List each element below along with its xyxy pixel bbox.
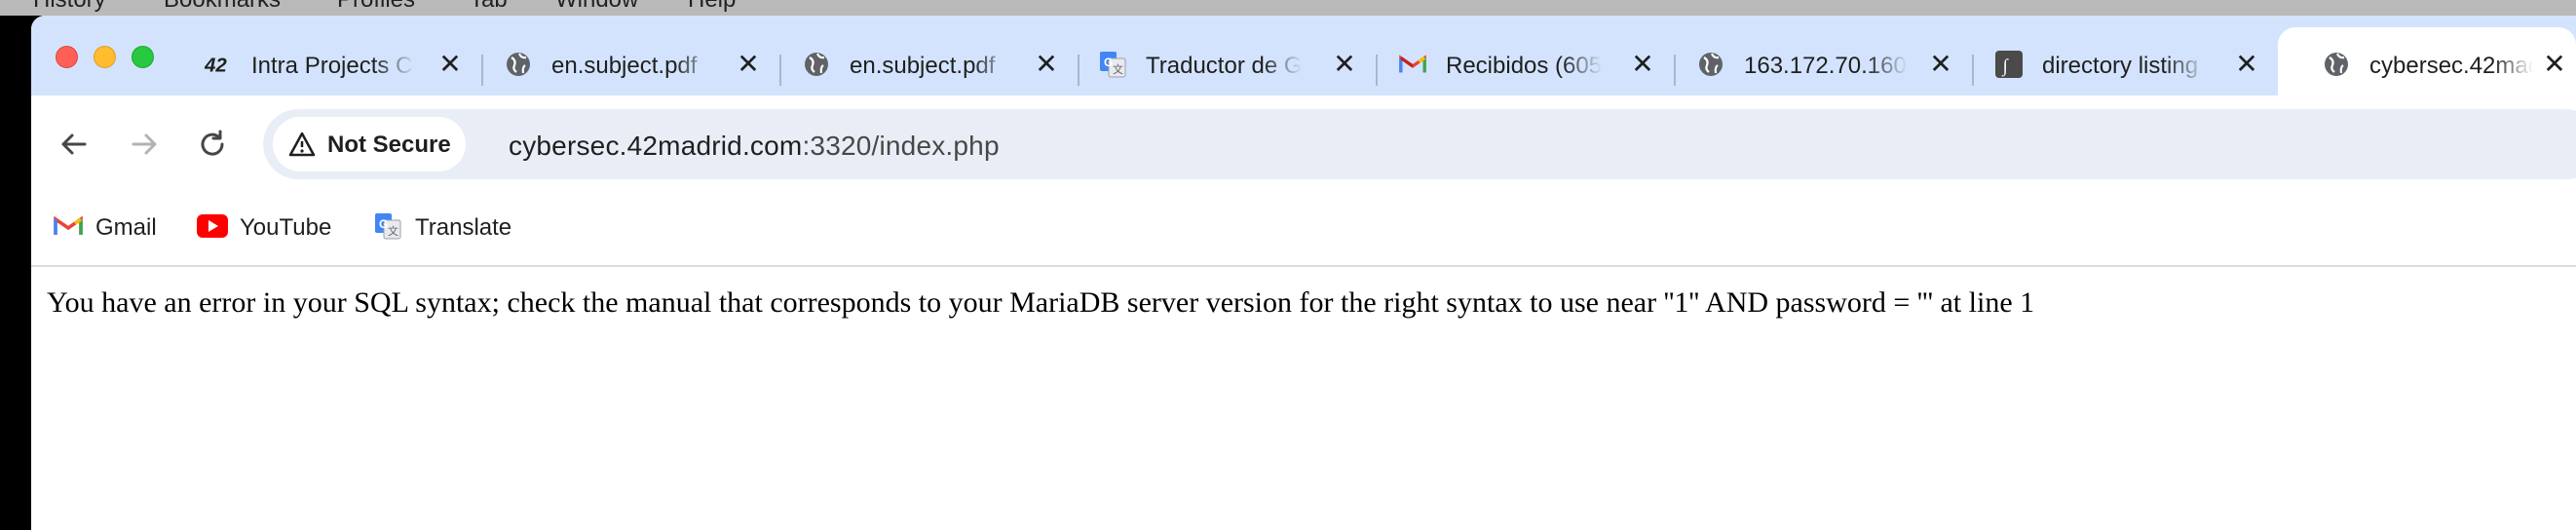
arrow-left-icon (61, 133, 87, 155)
tab-ip-address[interactable]: 163.172.70.160 ✕ (1697, 31, 1986, 95)
close-icon[interactable]: ✕ (733, 49, 764, 80)
globe-icon (1697, 51, 1724, 78)
svg-text:文: 文 (388, 224, 398, 238)
bookmark-label: Gmail (95, 214, 157, 241)
close-icon[interactable]: ✕ (1627, 49, 1658, 80)
tab-title: en.subject.pdf (850, 53, 996, 79)
svg-text:G: G (379, 217, 388, 231)
browser-window: 42 Intra Projects C ✕ en.subject.pdf ✕ e… (31, 16, 2576, 530)
warning-icon (288, 132, 316, 162)
tab-en-subject-pdf-1[interactable]: en.subject.pdf ✕ (505, 31, 793, 95)
bookmark-label: YouTube (240, 214, 332, 241)
window-close-button[interactable] (56, 46, 78, 68)
menu-bookmarks[interactable]: Bookmarks (164, 0, 281, 14)
google-translate-icon: G文 (1099, 51, 1126, 78)
reload-button[interactable] (193, 125, 232, 164)
tab-divider (1376, 55, 1378, 86)
gmail-icon (53, 210, 84, 242)
browser-toolbar: Not Secure cybersec.42madrid.com:3320/in… (31, 95, 2576, 191)
tab-title: en.subject.pdf (551, 53, 698, 79)
svg-text:G: G (1104, 56, 1113, 69)
menu-window[interactable]: Window (555, 0, 638, 14)
globe-icon (803, 51, 830, 78)
youtube-icon (197, 210, 228, 242)
menu-profiles[interactable]: Profiles (337, 0, 415, 14)
menu-history[interactable]: History (33, 0, 106, 14)
site-info-chip[interactable]: Not Secure (273, 117, 466, 171)
tab-title: Intra Projects C (251, 53, 413, 79)
url-text[interactable]: cybersec.42madrid.com:3320/index.php (509, 131, 1000, 162)
close-icon[interactable]: ✕ (2539, 49, 2570, 80)
gmail-icon (1399, 51, 1426, 78)
tab-divider (1674, 55, 1676, 86)
url-host: cybersec.42madrid.com (509, 131, 803, 161)
close-icon[interactable]: ✕ (435, 49, 466, 80)
tab-divider (481, 55, 483, 86)
tab-cybersec-active[interactable]: cybersec.42madrid ✕ (2278, 27, 2576, 95)
bookmarks-bar: Gmail YouTube G文 Translate (31, 191, 2576, 267)
globe-icon (2323, 51, 2350, 78)
tab-strip: 42 Intra Projects C ✕ en.subject.pdf ✕ e… (31, 16, 2576, 95)
tab-divider (1972, 55, 1974, 86)
tab-gmail-recibidos[interactable]: Recibidos (605 ✕ (1399, 31, 1687, 95)
window-zoom-button[interactable] (132, 46, 154, 68)
tab-title: directory listing (2042, 53, 2199, 79)
tab-title: Recibidos (605 (1446, 53, 1602, 79)
forward-button[interactable] (125, 125, 164, 164)
tab-title: cybersec.42madrid (2369, 53, 2533, 79)
close-icon[interactable]: ✕ (2231, 49, 2262, 80)
svg-text:42: 42 (205, 54, 227, 75)
arrow-right-icon (132, 133, 157, 155)
not-secure-label: Not Secure (327, 132, 451, 158)
url-path: :3320/index.php (802, 131, 1000, 161)
globe-icon (505, 51, 532, 78)
42-logo-icon: 42 (205, 51, 232, 78)
tab-en-subject-pdf-2[interactable]: en.subject.pdf ✕ (803, 31, 1091, 95)
tab-title: Traductor de Go (1146, 53, 1302, 79)
reload-icon (201, 130, 224, 156)
window-minimize-button[interactable] (94, 46, 116, 68)
bookmark-label: Translate (415, 214, 512, 241)
tab-divider (1078, 55, 1080, 86)
tab-intra-projects[interactable]: 42 Intra Projects C ✕ (205, 31, 497, 95)
sql-error-message: You have an error in your SQL syntax; ch… (47, 286, 2035, 319)
page-content: You have an error in your SQL syntax; ch… (31, 267, 2576, 530)
menu-help[interactable]: Help (688, 0, 736, 14)
address-bar[interactable]: Not Secure cybersec.42madrid.com:3320/in… (263, 109, 2576, 179)
menu-tab[interactable]: Tab (470, 0, 508, 14)
svg-text:文: 文 (1113, 62, 1123, 76)
latex-icon: ∫ (1995, 51, 2023, 78)
close-icon[interactable]: ✕ (1925, 49, 1956, 80)
tab-divider (779, 55, 781, 86)
tab-directory-listing[interactable]: ∫ directory listing ✕ (1995, 31, 2284, 95)
back-button[interactable] (55, 125, 94, 164)
tab-title: 163.172.70.160 (1744, 53, 1907, 79)
close-icon[interactable]: ✕ (1329, 49, 1360, 80)
google-translate-icon: G文 (372, 210, 403, 242)
macos-menubar: History Bookmarks Profiles Tab Window He… (0, 0, 2576, 16)
tab-traductor[interactable]: G文 Traductor de Go ✕ (1099, 31, 1387, 95)
close-icon[interactable]: ✕ (1031, 49, 1062, 80)
